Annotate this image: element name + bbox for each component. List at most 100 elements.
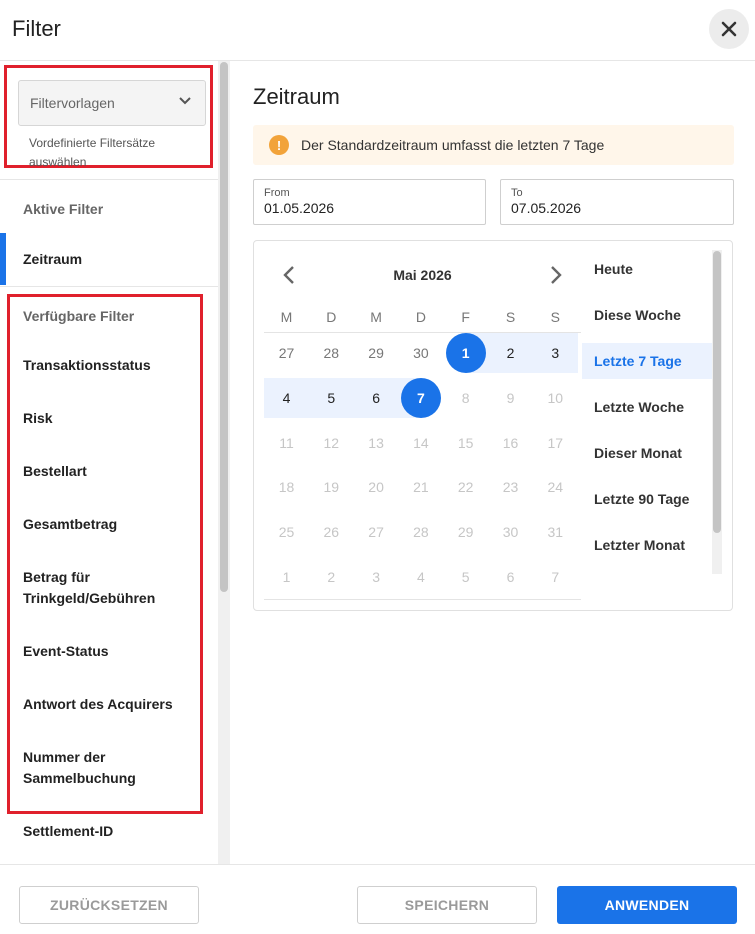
- sidebar-item-betrag-trinkgeld[interactable]: Betrag für Trinkgeld/Gebühren: [23, 567, 163, 609]
- weekday-label: D: [326, 309, 337, 325]
- calendar-day: 16: [502, 434, 519, 451]
- chevron-right-icon[interactable]: [549, 265, 563, 285]
- preset-item[interactable]: Letzter Monat: [582, 527, 712, 563]
- calendar-day: 17: [547, 434, 564, 451]
- calendar-month: Mai 2026: [393, 267, 452, 283]
- calendar-day[interactable]: 7: [398, 377, 444, 418]
- weekday-label: M: [370, 309, 382, 325]
- calendar-day: 8: [461, 389, 470, 406]
- from-label: From: [264, 187, 290, 199]
- active-indicator: [0, 233, 6, 285]
- divider: [264, 332, 581, 333]
- calendar-day[interactable]: 4: [264, 377, 309, 418]
- apply-button[interactable]: ANWENDEN: [557, 886, 737, 924]
- calendar-day[interactable]: 2: [488, 333, 533, 373]
- calendar-day: 18: [278, 479, 295, 496]
- templates-highlight-box: Filtervorlagen Vordefinierte Filtersätze…: [4, 65, 213, 169]
- close-icon: [721, 21, 737, 37]
- sidebar-item-bestellart[interactable]: Bestellart: [23, 461, 193, 482]
- sidebar-item-settlement-id[interactable]: Settlement-ID: [23, 821, 193, 842]
- calendar-day[interactable]: 30: [398, 333, 443, 373]
- dialog-header: Filter: [0, 0, 755, 61]
- weekday-label: F: [461, 309, 470, 325]
- preset-scrollbar-thumb[interactable]: [713, 251, 721, 533]
- weekday-label: S: [550, 309, 560, 325]
- reset-button[interactable]: ZURÜCKSETZEN: [19, 886, 199, 924]
- calendar-day: 29: [457, 524, 474, 541]
- save-button[interactable]: SPEICHERN: [357, 886, 537, 924]
- filter-templates-placeholder: Filtervorlagen: [30, 95, 115, 111]
- sidebar-item-risk[interactable]: Risk: [23, 408, 193, 429]
- calendar-day: 20: [368, 479, 384, 496]
- dialog-title: Filter: [12, 16, 61, 41]
- available-filters-heading: Verfügbare Filter: [23, 308, 135, 324]
- preset-item[interactable]: Letzte 7 Tage: [582, 343, 712, 379]
- calendar-day[interactable]: 3: [532, 333, 578, 373]
- calendar-day: 12: [323, 434, 340, 451]
- selected-day-marker: 7: [400, 377, 441, 418]
- to-label: To: [511, 187, 523, 199]
- preset-item[interactable]: Dieser Monat: [582, 435, 712, 471]
- calendar-day: 27: [368, 524, 384, 541]
- dialog-footer: ZURÜCKSETZEN SPEICHERN ANWENDEN: [0, 864, 755, 934]
- preset-item[interactable]: Letzte Woche: [582, 389, 712, 425]
- calendar-day: 11: [279, 434, 294, 451]
- from-value: 01.05.2026: [264, 200, 335, 216]
- calendar-day: 6: [506, 569, 515, 585]
- calendar-day: 3: [372, 569, 380, 585]
- info-text: Der Standardzeitraum umfasst die letzten…: [301, 137, 605, 153]
- calendar-day: 23: [502, 479, 519, 496]
- weekday-label: D: [415, 309, 426, 325]
- divider: [264, 599, 581, 600]
- calendar-day: 31: [547, 524, 564, 541]
- calendar-day: 24: [547, 479, 564, 496]
- calendar-day: 10: [547, 389, 564, 406]
- preset-item[interactable]: Diese Woche: [582, 297, 712, 333]
- calendar-day: 2: [327, 569, 336, 585]
- warning-icon: !: [269, 135, 289, 155]
- chevron-down-icon: [179, 97, 191, 105]
- from-date-field[interactable]: From 01.05.2026: [253, 179, 486, 225]
- sidebar-item-zeitraum[interactable]: Zeitraum: [23, 249, 193, 270]
- calendar-day: 22: [457, 479, 474, 496]
- calendar-day[interactable]: 27: [264, 333, 309, 373]
- to-date-field[interactable]: To 07.05.2026: [500, 179, 734, 225]
- sidebar-item-antwort-acquirer[interactable]: Antwort des Acquirers: [23, 694, 193, 715]
- info-banner: ! Der Standardzeitraum umfasst die letzt…: [253, 125, 734, 165]
- calendar-card: Mai 2026 M D M D F S S 27 28 29 30 1 2 3 4 5 6 7 8 9 10 11 12 1…: [253, 240, 733, 611]
- calendar-day: 30: [502, 524, 519, 541]
- calendar-day: 19: [323, 479, 340, 496]
- sidebar-item-event-status[interactable]: Event-Status: [23, 641, 193, 662]
- calendar-day: 25: [278, 524, 295, 541]
- calendar-day[interactable]: 28: [309, 333, 354, 373]
- calendar-day: 7: [551, 569, 560, 585]
- filter-templates-hint: Vordefinierte Filtersätze auswählen: [29, 136, 156, 169]
- calendar-day: 13: [368, 434, 384, 451]
- filter-templates-select[interactable]: Filtervorlagen: [18, 80, 206, 126]
- filter-detail-panel: Zeitraum ! Der Standardzeitraum umfasst …: [230, 61, 755, 864]
- calendar-day[interactable]: 29: [354, 333, 399, 373]
- calendar-day: 26: [323, 524, 340, 541]
- calendar-day[interactable]: 1: [443, 333, 489, 373]
- calendar-day: 1: [282, 569, 291, 585]
- sidebar-item-gesamtbetrag[interactable]: Gesamtbetrag: [23, 514, 193, 535]
- calendar-day: 28: [413, 524, 429, 541]
- active-filters-heading: Aktive Filter: [23, 201, 104, 217]
- calendar-day: 5: [461, 569, 470, 585]
- preset-item[interactable]: Heute: [582, 251, 712, 287]
- calendar-day[interactable]: 6: [353, 377, 399, 418]
- sidebar-item-transaktionsstatus[interactable]: Transaktionsstatus: [23, 355, 193, 376]
- sidebar-scrollbar-thumb[interactable]: [220, 62, 228, 592]
- close-button[interactable]: [709, 9, 749, 49]
- preset-item[interactable]: Letzte 90 Tage: [582, 481, 712, 517]
- calendar-day: 15: [457, 434, 474, 451]
- weekday-label: M: [280, 309, 293, 325]
- weekday-label: S: [505, 309, 516, 325]
- calendar-day: 21: [413, 479, 429, 496]
- sidebar-item-sammelbuchung[interactable]: Nummer der Sammelbuchung: [23, 747, 143, 789]
- calendar-day: 9: [506, 389, 515, 406]
- calendar-day[interactable]: 5: [308, 377, 354, 418]
- section-title: Zeitraum: [253, 84, 340, 109]
- calendar-day: 14: [413, 434, 429, 451]
- filter-sidebar: Filtervorlagen Vordefinierte Filtersätze…: [0, 61, 218, 864]
